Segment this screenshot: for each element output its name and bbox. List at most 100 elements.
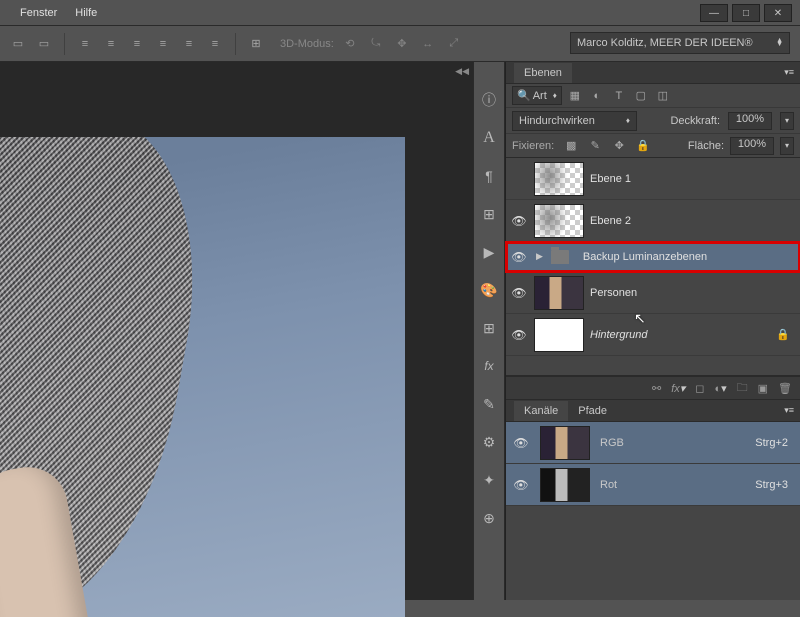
layer-name[interactable]: Personen bbox=[590, 287, 796, 299]
info-icon[interactable]: ⓘ bbox=[479, 90, 499, 110]
blend-mode-value: Hindurchwirken bbox=[519, 115, 595, 127]
wand-icon[interactable]: ✦ bbox=[479, 470, 499, 490]
filter-kind-select[interactable]: 🔍 Art ♦ bbox=[512, 86, 562, 105]
menubar: Fenster Hilfe — □ ✕ bbox=[0, 0, 800, 26]
align-icon[interactable]: ▭ bbox=[34, 34, 54, 54]
layer-row[interactable]: Ebene 1 bbox=[506, 158, 800, 200]
opacity-dropdown[interactable]: ▾ bbox=[780, 112, 794, 130]
tab-layers[interactable]: Ebenen bbox=[514, 63, 572, 83]
mask-icon[interactable]: ◻ bbox=[695, 382, 704, 395]
clone-icon[interactable]: ⊕ bbox=[479, 508, 499, 528]
play-icon[interactable]: ▶ bbox=[479, 242, 499, 262]
layer-thumbnail[interactable] bbox=[534, 162, 584, 196]
channel-row[interactable]: 👁 Rot Strg+3 bbox=[506, 464, 800, 506]
blend-mode-select[interactable]: Hindurchwirken ♦ bbox=[512, 111, 637, 131]
visibility-toggle[interactable]: 👁 bbox=[510, 214, 528, 228]
tab-channels[interactable]: Kanäle bbox=[514, 401, 568, 421]
panel-menu-icon[interactable]: ▾≡ bbox=[784, 405, 794, 416]
close-button[interactable]: ✕ bbox=[764, 4, 792, 22]
adjustment-icon[interactable]: ◐▾ bbox=[714, 382, 726, 395]
expand-icon[interactable]: ▶ bbox=[536, 251, 543, 262]
layer-name[interactable]: Hintergrund bbox=[590, 329, 770, 341]
distribute-icon[interactable]: ≡ bbox=[127, 34, 147, 54]
channel-row[interactable]: 👁 RGB Strg+2 bbox=[506, 422, 800, 464]
layer-thumbnail[interactable] bbox=[534, 276, 584, 310]
tab-paths[interactable]: Pfade bbox=[568, 401, 617, 421]
dropdown-arrows-icon: ▲▼ bbox=[776, 39, 783, 47]
filter-adjust-icon[interactable]: ◐ bbox=[588, 88, 606, 104]
3d-scale-icon[interactable]: ⤢ bbox=[444, 34, 464, 54]
link-icon[interactable]: ⚯ bbox=[652, 382, 661, 395]
document-canvas[interactable] bbox=[0, 137, 405, 617]
workspace-switcher[interactable]: Marco Kolditz, MEER DER IDEEN® ▲▼ bbox=[570, 32, 790, 54]
distribute-icon[interactable]: ≡ bbox=[179, 34, 199, 54]
properties-icon[interactable]: ⊞ bbox=[479, 204, 499, 224]
workspace-name: Marco Kolditz, MEER DER IDEEN® bbox=[577, 37, 753, 49]
layers-panel: Ebenen ▾≡ 🔍 Art ♦ ▦ ◐ T ▢ ◫ Hindurchwirk… bbox=[506, 62, 800, 400]
brush-icon[interactable]: ✎ bbox=[479, 394, 499, 414]
channels-panel: Kanäle Pfade ▾≡ 👁 RGB Strg+2 👁 Rot Strg+… bbox=[506, 400, 800, 506]
lock-pixels-icon[interactable]: ✎ bbox=[586, 138, 604, 154]
minimize-button[interactable]: — bbox=[700, 4, 728, 22]
distribute-icon[interactable]: ≡ bbox=[153, 34, 173, 54]
filter-type-icon[interactable]: T bbox=[610, 88, 628, 104]
layer-row[interactable]: 👁 Hintergrund 🔒 bbox=[506, 314, 800, 356]
lock-all-icon[interactable]: 🔒 bbox=[634, 138, 652, 154]
folder-icon bbox=[551, 250, 569, 264]
swatches-icon[interactable]: 🎨 bbox=[479, 280, 499, 300]
filter-smart-icon[interactable]: ◫ bbox=[654, 88, 672, 104]
paragraph-icon[interactable]: ¶ bbox=[479, 166, 499, 186]
align-icon[interactable]: ▭ bbox=[8, 34, 28, 54]
channel-thumbnail bbox=[540, 426, 590, 460]
opacity-input[interactable]: 100% bbox=[728, 112, 772, 130]
3d-orbit-icon[interactable]: ⟲ bbox=[340, 34, 360, 54]
layer-thumbnail[interactable] bbox=[534, 318, 584, 352]
fill-input[interactable]: 100% bbox=[730, 137, 774, 155]
fill-dropdown[interactable]: ▾ bbox=[780, 137, 794, 155]
grid-icon[interactable]: ⊞ bbox=[479, 318, 499, 338]
layer-name[interactable]: Ebene 2 bbox=[590, 215, 796, 227]
delete-icon[interactable]: 🗑 bbox=[778, 382, 792, 395]
visibility-toggle[interactable]: 👁 bbox=[510, 250, 528, 264]
3d-roll-icon[interactable]: ⤿ bbox=[366, 34, 386, 54]
new-layer-icon[interactable]: ▣ bbox=[758, 382, 768, 395]
fill-label[interactable]: Fläche: bbox=[688, 140, 724, 152]
auto-align-icon[interactable]: ⊞ bbox=[246, 34, 266, 54]
visibility-toggle[interactable]: 👁 bbox=[512, 478, 530, 492]
3d-pan-icon[interactable]: ✥ bbox=[392, 34, 412, 54]
layers-footer: ⚯ fx▾ ◻ ◐▾ 🗀 ▣ 🗑 bbox=[506, 376, 800, 400]
visibility-toggle[interactable]: 👁 bbox=[512, 436, 530, 450]
menu-fenster[interactable]: Fenster bbox=[20, 7, 57, 19]
layer-row[interactable]: 👁 Ebene 2 bbox=[506, 200, 800, 242]
channel-thumbnail bbox=[540, 468, 590, 502]
layer-folder-row[interactable]: 👁 ▶ Backup Luminanzebenen bbox=[506, 242, 800, 272]
opacity-label[interactable]: Deckkraft: bbox=[670, 115, 720, 127]
collapse-toggle-icon[interactable]: ◀◀ bbox=[455, 66, 469, 77]
3d-slide-icon[interactable]: ↔ bbox=[418, 34, 438, 54]
channel-name: RGB bbox=[600, 437, 624, 449]
layers-list: Ebene 1 👁 Ebene 2 👁 ▶ Backup Luminanzebe… bbox=[506, 158, 800, 376]
character-icon[interactable]: A bbox=[479, 128, 499, 148]
distribute-icon[interactable]: ≡ bbox=[205, 34, 225, 54]
maximize-button[interactable]: □ bbox=[732, 4, 760, 22]
visibility-toggle[interactable]: 👁 bbox=[510, 286, 528, 300]
lock-position-icon[interactable]: ✥ bbox=[610, 138, 628, 154]
panel-menu-icon[interactable]: ▾≡ bbox=[784, 67, 794, 78]
layer-name[interactable]: Backup Luminanzebenen bbox=[583, 251, 796, 263]
filter-pixel-icon[interactable]: ▦ bbox=[566, 88, 584, 104]
settings-icon[interactable]: ⚙ bbox=[479, 432, 499, 452]
new-folder-icon[interactable]: 🗀 bbox=[737, 379, 748, 398]
menu-hilfe[interactable]: Hilfe bbox=[75, 7, 97, 19]
lock-transparency-icon[interactable]: ▩ bbox=[562, 138, 580, 154]
visibility-toggle[interactable]: 👁 bbox=[510, 328, 528, 342]
distribute-icon[interactable]: ≡ bbox=[101, 34, 121, 54]
layer-row[interactable]: 👁 Personen bbox=[506, 272, 800, 314]
fx-icon[interactable]: fx▾ bbox=[671, 382, 685, 395]
layer-name[interactable]: Ebene 1 bbox=[590, 173, 796, 185]
distribute-icon[interactable]: ≡ bbox=[75, 34, 95, 54]
collapsed-panel-dock: ⓘ A ¶ ⊞ ▶ 🎨 ⊞ fx ✎ ⚙ ✦ ⊕ bbox=[473, 62, 505, 600]
fx-icon[interactable]: fx bbox=[479, 356, 499, 376]
filter-shape-icon[interactable]: ▢ bbox=[632, 88, 650, 104]
layer-thumbnail[interactable] bbox=[534, 204, 584, 238]
canvas-area[interactable]: ◀◀ bbox=[0, 62, 473, 600]
